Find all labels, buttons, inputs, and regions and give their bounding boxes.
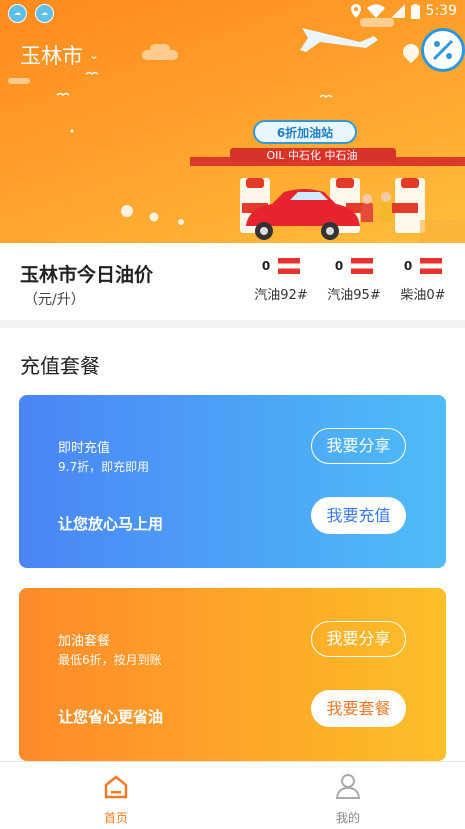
- tab-mine[interactable]: 我的: [232, 762, 464, 829]
- recharge-button[interactable]: 我要充值: [311, 497, 406, 534]
- package-button[interactable]: 我要套餐: [311, 690, 406, 727]
- price-item-95: 0 汽油95#: [319, 258, 389, 303]
- share-button[interactable]: 我要分享: [311, 428, 406, 464]
- header-banner: OIL 中石化 中石油 6折加油站 玉林市 ⌄: [0, 0, 465, 243]
- section-title: 充值套餐: [20, 354, 100, 378]
- city-name: 玉林市: [20, 44, 83, 68]
- scan-icon[interactable]: [421, 28, 465, 72]
- card-title: 加油套餐: [58, 634, 111, 649]
- status-time: 5:39: [425, 3, 457, 19]
- battery-icon: [410, 3, 420, 19]
- gas-station-illustration: OIL 中石化 中石油 6折加油站: [8, 18, 465, 243]
- price-flag-icon: [278, 258, 301, 274]
- fuel-name: 汽油95#: [327, 288, 381, 303]
- oil-price-unit: （元/升）: [24, 292, 85, 308]
- card-subtitle: 9.7折，即充即用: [58, 460, 150, 474]
- station-brand-text: OIL 中石化 中石油: [266, 148, 357, 162]
- price-value: 0: [334, 259, 344, 273]
- user-icon: [335, 774, 361, 799]
- card-slogan: 让您放心马上用: [58, 515, 164, 533]
- oil-price-title: 玉林市今日油价: [20, 264, 154, 286]
- station-sign-text: 6折加油站: [277, 125, 333, 140]
- status-bar: ☁ ☁ 5:39: [0, 0, 465, 26]
- app-notification-icon: ☁: [35, 4, 54, 23]
- price-flag-icon: [351, 258, 374, 274]
- share-button[interactable]: 我要分享: [311, 621, 406, 657]
- home-icon: [104, 775, 128, 799]
- fuel-package-card: 加油套餐 最低6折，按月到账 让您省心更省油 我要分享 我要套餐: [19, 588, 446, 761]
- tab-label: 首页: [103, 811, 128, 825]
- tab-home[interactable]: 首页: [0, 762, 232, 829]
- card-subtitle: 最低6折，按月到账: [58, 653, 162, 667]
- card-title: 即时充值: [58, 441, 111, 456]
- price-item-diesel: 0 柴油0#: [388, 258, 458, 303]
- tab-label: 我的: [335, 811, 360, 825]
- location-icon: [350, 4, 361, 18]
- chevron-down-icon: ⌄: [89, 48, 100, 62]
- app-notification-icon: ☁: [8, 4, 27, 23]
- bottom-tab-bar: 首页 我的: [0, 761, 465, 829]
- card-slogan: 让您省心更省油: [58, 708, 164, 726]
- recharge-section: 充值套餐 即时充值 9.7折，即充即用 让您放心马上用 我要分享 我要充值 加油…: [0, 328, 465, 761]
- price-value: 0: [261, 259, 271, 273]
- instant-recharge-card: 即时充值 9.7折，即充即用 让您放心马上用 我要分享 我要充值: [19, 395, 446, 568]
- price-flag-icon: [420, 258, 443, 274]
- oil-price-card: 玉林市今日油价 （元/升） 0 汽油92# 0 汽油95# 0 柴油0#: [0, 243, 465, 320]
- wifi-icon: [366, 4, 385, 18]
- fuel-name: 汽油92#: [254, 288, 308, 303]
- city-selector[interactable]: 玉林市 ⌄: [20, 40, 99, 70]
- price-item-92: 0 汽油92#: [246, 258, 316, 303]
- fuel-name: 柴油0#: [400, 288, 446, 303]
- signal-icon: [390, 4, 405, 18]
- price-value: 0: [403, 259, 413, 273]
